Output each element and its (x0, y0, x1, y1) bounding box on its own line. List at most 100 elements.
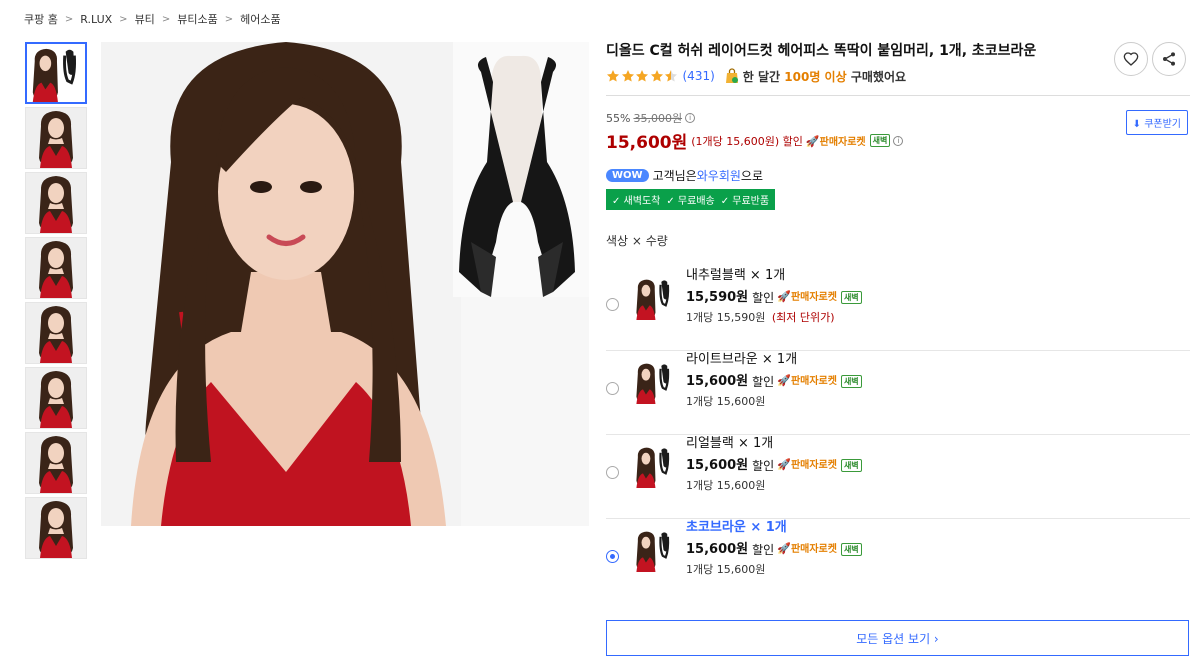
thumbnail-5[interactable] (25, 302, 87, 364)
option-price: 15,600원 (686, 541, 749, 557)
option-price: 15,600원 (686, 373, 749, 389)
thumbnail-3[interactable] (25, 172, 87, 234)
rating-row: (431) 한 달간 100명 이상 구매했어요 (606, 67, 1190, 85)
wishlist-button[interactable] (1114, 42, 1148, 76)
lowest-unit-price-note: (최저 단위가) (771, 311, 835, 324)
star-icon (635, 69, 649, 83)
product-info: 디올드 C컬 허쉬 레이어드컷 헤어피스 똑딱이 붙임머리, 1개, 초코브라운… (606, 38, 1190, 603)
option-thumbnail (632, 360, 676, 404)
sale-price: 15,600원 (606, 133, 688, 153)
star-rating (606, 69, 679, 83)
seller-rocket-badge: 🚀판매자로켓 (777, 542, 837, 555)
breadcrumb-subcategory[interactable]: 뷰티소품 (177, 11, 217, 27)
option-unit-price: 1개당 15,590원 (최저 단위가) (686, 311, 835, 324)
option-unit-price: 1개당 15,600원 (686, 479, 766, 492)
heart-icon (1123, 52, 1139, 66)
option-thumbnail (632, 528, 676, 572)
chevron-right-icon: > (119, 13, 128, 25)
purchase-stat: 한 달간 100명 이상 구매했어요 (742, 69, 907, 84)
option-price: 15,590원 (686, 289, 749, 305)
option-price-row: 15,600원 할인 🚀판매자로켓 새벽 (686, 373, 862, 390)
option-unit-price: 1개당 15,600원 (686, 563, 766, 576)
thumbnail-2[interactable] (25, 107, 87, 169)
option-list: 내추럴블랙 × 1개 15,590원 할인 🚀판매자로켓 새벽 1개당 15,5… (606, 267, 1190, 603)
download-icon: ⬇ (1132, 119, 1141, 130)
option-name: 라이트브라운 × 1개 (686, 352, 798, 367)
product-title: 디올드 C컬 허쉬 레이어드컷 헤어피스 똑딱이 붙임머리, 1개, 초코브라운 (606, 43, 1037, 59)
seller-rocket-badge: 🚀판매자로켓 (777, 290, 837, 303)
dawn-delivery-badge: 새벽 (840, 375, 862, 388)
thumbnail-8[interactable] (25, 497, 87, 559)
wow-benefits: ✓ 새벽도착 ✓ 무료배송 ✓ 무료반품 (606, 189, 776, 210)
wow-member-row: WOW 고객님은 와우회원 으로 (606, 167, 1190, 184)
thumbnail-7[interactable] (25, 432, 87, 494)
option-price-row: 15,590원 할인 🚀판매자로켓 새벽 (686, 289, 862, 306)
breadcrumb: 쿠팡 홈 > R.LUX > 뷰티 > 뷰티소품 > 헤어소품 (24, 11, 281, 27)
option-name: 리얼블랙 × 1개 (686, 436, 774, 451)
rocket-icon: 🚀 (777, 542, 791, 555)
benefit-free-shipping: ✓ 무료배송 (666, 196, 715, 207)
star-icon (621, 69, 635, 83)
star-icon (606, 69, 620, 83)
thumbnail-1[interactable] (25, 42, 87, 104)
seller-rocket-badge: 🚀판매자로켓 (805, 135, 866, 148)
original-price: 35,000원 (633, 112, 683, 125)
option-item[interactable]: 리얼블랙 × 1개 15,600원 할인 🚀판매자로켓 새벽 1개당 15,60… (606, 435, 1190, 519)
option-radio-selected[interactable] (606, 550, 619, 563)
option-price: 15,600원 (686, 457, 749, 473)
chevron-right-icon: > (161, 13, 171, 25)
option-thumbnail (632, 444, 676, 488)
option-thumbnail (632, 276, 676, 320)
option-unit-price: 1개당 15,600원 (686, 395, 766, 408)
breadcrumb-brand[interactable]: R.LUX (80, 13, 112, 26)
option-radio[interactable] (606, 298, 619, 311)
view-all-options-button[interactable]: 모든 옵션 보기 › (606, 620, 1189, 656)
thumbnail-4[interactable] (25, 237, 87, 299)
seller-rocket-badge: 🚀판매자로켓 (777, 374, 837, 387)
wow-badge: WOW (606, 169, 649, 182)
info-icon[interactable]: i (685, 113, 696, 123)
benefit-free-return: ✓ 무료반품 (720, 196, 770, 207)
rocket-icon: 🚀 (777, 458, 791, 471)
dawn-delivery-badge: 새벽 (840, 291, 862, 304)
star-half-icon (664, 69, 678, 83)
option-item[interactable]: 라이트브라운 × 1개 15,600원 할인 🚀판매자로켓 새벽 1개당 15,… (606, 351, 1190, 435)
rocket-icon: 🚀 (805, 135, 820, 148)
seller-rocket-badge: 🚀판매자로켓 (777, 458, 837, 471)
price-block: 55% 35,000원 i 15,600원 (1개당 15,600원) 할인 🚀… (606, 110, 1190, 153)
coupon-download-button[interactable]: ⬇ 쿠폰받기 (1125, 110, 1188, 135)
option-price-row: 15,600원 할인 🚀판매자로켓 새벽 (686, 541, 862, 558)
review-count-link[interactable]: (431) (683, 69, 715, 83)
option-radio[interactable] (606, 466, 619, 479)
star-icon (650, 69, 664, 83)
dawn-delivery-badge: 새벽 (840, 459, 862, 472)
option-radio[interactable] (606, 382, 619, 395)
option-item-selected[interactable]: 초코브라운 × 1개 15,600원 할인 🚀판매자로켓 새벽 1개당 15,6… (606, 519, 1190, 603)
wow-member-link[interactable]: 와우회원 (697, 167, 741, 184)
breadcrumb-leaf[interactable]: 헤어소품 (240, 11, 280, 27)
chevron-right-icon: > (64, 13, 74, 25)
dawn-delivery-badge: 새벽 (840, 543, 862, 556)
thumbnail-6[interactable] (25, 367, 87, 429)
option-price-row: 15,600원 할인 🚀판매자로켓 새벽 (686, 457, 862, 474)
info-icon[interactable]: i (893, 135, 904, 146)
sale-price-row: 15,600원 (1개당 15,600원) 할인 🚀판매자로켓 새벽 i (606, 128, 1190, 153)
share-button[interactable] (1152, 42, 1186, 76)
benefit-dawn-arrival: ✓ 새벽도착 (612, 196, 661, 207)
option-label: 색상 × 수량 (606, 234, 668, 248)
rocket-icon: 🚀 (777, 374, 791, 387)
discount-row: 55% 35,000원 i (606, 110, 1190, 126)
breadcrumb-home[interactable]: 쿠팡 홈 (24, 11, 58, 27)
rocket-icon: 🚀 (777, 290, 791, 303)
shopping-bag-icon (725, 68, 738, 83)
breadcrumb-category[interactable]: 뷰티 (135, 11, 155, 27)
option-item[interactable]: 내추럴블랙 × 1개 15,590원 할인 🚀판매자로켓 새벽 1개당 15,5… (606, 267, 1190, 351)
chevron-right-icon: > (224, 13, 234, 25)
share-icon (1163, 52, 1175, 66)
unit-price-note: (1개당 15,600원) 할인 (691, 134, 803, 148)
option-name: 내추럴블랙 × 1개 (686, 268, 786, 283)
option-name: 초코브라운 × 1개 (686, 520, 787, 535)
discount-rate: 55% (606, 111, 631, 125)
divider (606, 95, 1190, 96)
main-product-image[interactable] (101, 42, 589, 526)
